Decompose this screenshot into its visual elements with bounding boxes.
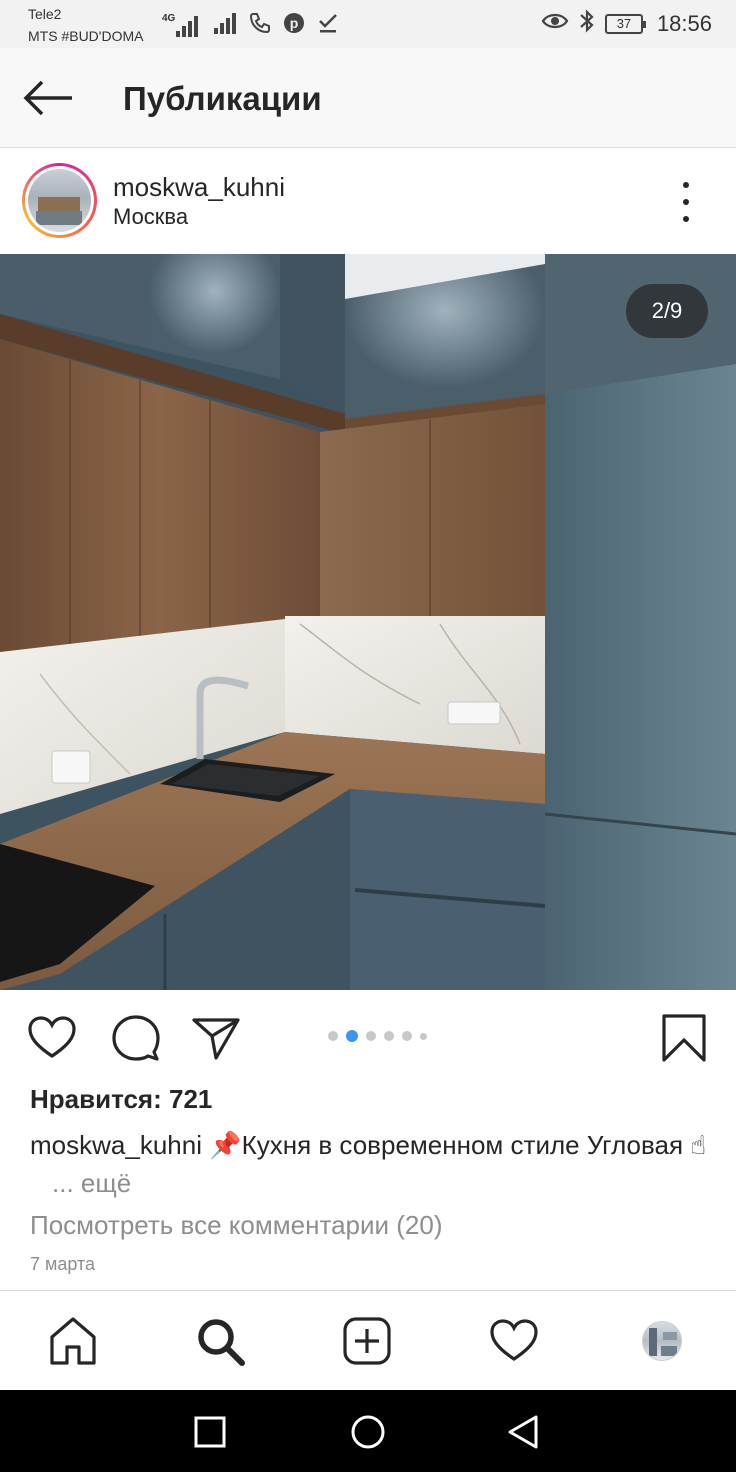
app-bar: Публикации <box>0 48 736 148</box>
clock: 18:56 <box>656 10 712 36</box>
tab-home[interactable] <box>47 1315 99 1367</box>
home-button[interactable] <box>348 1412 388 1452</box>
share-button[interactable] <box>190 1012 242 1064</box>
page-title: Публикации <box>123 80 322 117</box>
post-header: moskwa_kuhni Москва <box>0 150 736 254</box>
profile-avatar[interactable] <box>642 1321 682 1361</box>
download-done-icon <box>316 11 340 40</box>
status-icons-right: 37 18:56 <box>541 8 712 39</box>
send-icon <box>192 1018 240 1060</box>
dot-icon <box>683 216 689 222</box>
comment-icon <box>112 1015 160 1061</box>
signal-icon: 4G <box>162 13 202 39</box>
view-comments-link[interactable]: Посмотреть все комментарии (20) <box>30 1210 443 1241</box>
recents-square-icon <box>194 1416 226 1448</box>
heart-icon <box>28 1016 76 1058</box>
bottom-tab-bar <box>0 1290 736 1390</box>
comment-button[interactable] <box>110 1012 162 1064</box>
tab-add-post[interactable] <box>341 1315 393 1367</box>
battery-icon: 37 <box>604 13 646 34</box>
back-triangle-icon <box>508 1415 538 1449</box>
post-date: 7 марта <box>30 1254 96 1274</box>
carousel-dot-active <box>346 1030 358 1042</box>
activity-heart-icon <box>490 1319 538 1361</box>
carousel-dot <box>384 1031 394 1041</box>
carousel-dot <box>366 1031 376 1041</box>
status-icons-left: 4G p <box>162 10 340 41</box>
network-type-label: 4G <box>162 12 176 24</box>
system-navigation-bar <box>0 1390 736 1472</box>
back-button[interactable] <box>22 78 76 118</box>
like-button[interactable] <box>26 1012 78 1064</box>
post-location[interactable]: Москва <box>113 204 188 230</box>
arrow-left-icon <box>23 80 72 116</box>
avatar <box>28 169 91 232</box>
home-circle-icon <box>351 1415 385 1449</box>
caption-text: 📌Кухня в современном стиле Угловая ☝ <box>209 1130 707 1160</box>
carousel-dot <box>328 1031 338 1041</box>
carousel-indicator <box>328 1030 427 1042</box>
pinterest-icon: p <box>282 11 306 40</box>
image-counter: 2/9 <box>626 284 708 338</box>
home-icon <box>50 1317 96 1365</box>
post-caption: moskwa_kuhni 📌Кухня в современном стиле … <box>30 1126 720 1202</box>
kitchen-photo <box>0 254 736 990</box>
add-post-icon <box>343 1317 391 1365</box>
dot-icon <box>683 199 689 205</box>
tab-search[interactable] <box>194 1315 246 1367</box>
post-actions <box>0 990 736 1080</box>
dot-icon <box>683 182 689 188</box>
tab-activity[interactable] <box>488 1315 540 1367</box>
carrier-name-secondary: MTS #BUD'DOMA <box>28 28 144 44</box>
caption-username[interactable]: moskwa_kuhni <box>30 1130 202 1160</box>
story-avatar[interactable] <box>22 163 97 238</box>
bluetooth-icon <box>577 8 597 39</box>
status-bar: Tele2 MTS #BUD'DOMA 4G p 37 18:56 <box>0 0 736 48</box>
carousel-dot <box>402 1031 412 1041</box>
bookmark-icon <box>662 1014 706 1062</box>
caption-more-link[interactable]: ... ещё <box>52 1168 131 1198</box>
back-system-button[interactable] <box>504 1412 544 1452</box>
svg-text:p: p <box>290 15 299 31</box>
save-button[interactable] <box>658 1012 710 1064</box>
wifi-call-icon <box>248 11 272 40</box>
post-username[interactable]: moskwa_kuhni <box>113 172 285 203</box>
likes-count[interactable]: Нравится: 721 <box>30 1084 212 1115</box>
carousel-dot <box>420 1032 427 1040</box>
search-icon <box>198 1319 245 1366</box>
recents-button[interactable] <box>190 1412 230 1452</box>
signal-icon <box>212 10 238 41</box>
avatar <box>649 1328 677 1356</box>
more-options-button[interactable] <box>672 182 700 222</box>
carrier-name: Tele2 <box>28 6 62 22</box>
eye-icon <box>541 9 569 38</box>
post-image[interactable]: 2/9 <box>0 254 736 990</box>
